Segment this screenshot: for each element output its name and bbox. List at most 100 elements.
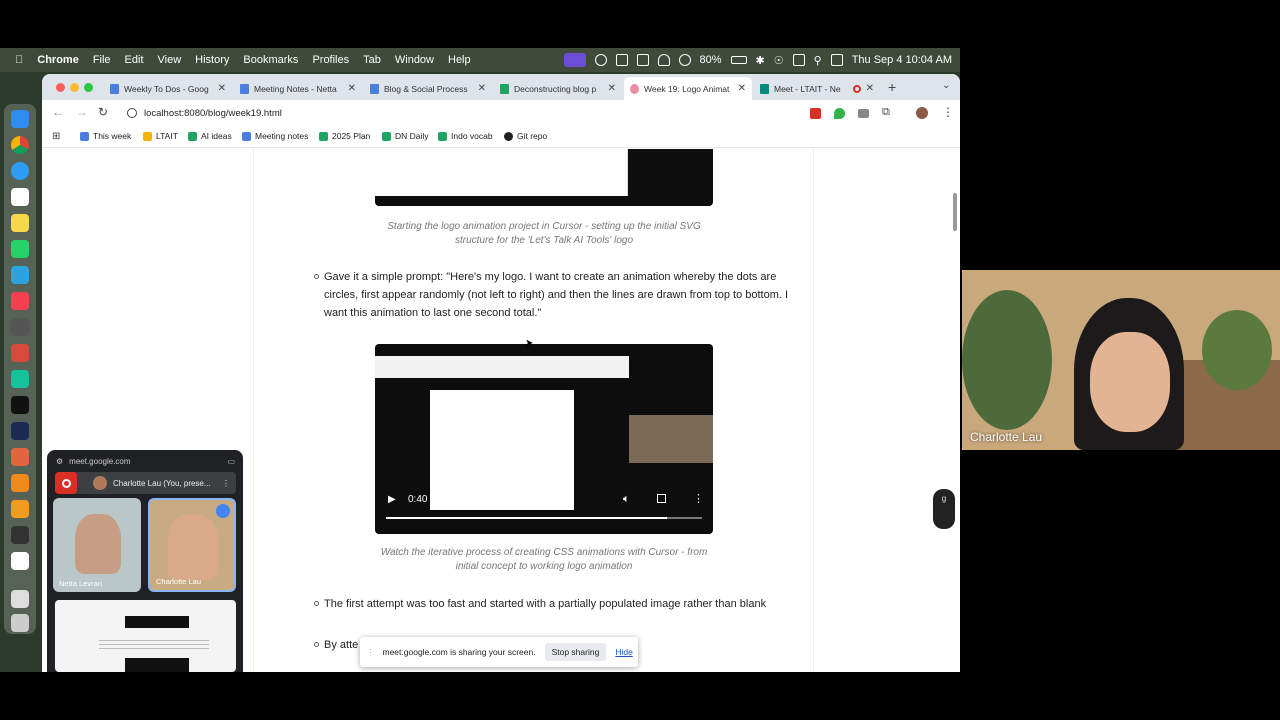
forward-icon[interactable]: → [76, 105, 88, 119]
site-info-icon[interactable] [127, 108, 137, 118]
extension-icon-2[interactable] [834, 108, 845, 119]
stop-sharing-button[interactable]: Stop sharing [544, 643, 607, 661]
menu-profiles[interactable]: Profiles [305, 54, 356, 66]
app-icon-dark[interactable] [11, 526, 29, 544]
video-player-2[interactable]: ▶ 0:40 / 0:45 🔈︎ ⋮ [375, 344, 713, 534]
news-icon[interactable] [11, 292, 29, 310]
reload-icon[interactable]: ↻ [98, 105, 108, 119]
menu-history[interactable]: History [188, 54, 236, 66]
close-tab-icon[interactable]: ✕ [866, 83, 874, 94]
close-tab-icon[interactable]: ✕ [608, 83, 616, 94]
extensions-puzzle-icon[interactable]: ⧉ [882, 106, 890, 119]
more-menu-icon[interactable]: ⋮ [942, 105, 954, 119]
pip-back-to-tab-icon[interactable]: ▭ [227, 457, 235, 466]
control-center-icon[interactable] [830, 54, 843, 66]
extension-icon-3[interactable] [858, 109, 869, 118]
play-icon[interactable]: ▶ [388, 494, 396, 505]
tab-weekly-todos[interactable]: Weekly To Dos - Goog ✕ [104, 77, 232, 100]
clock[interactable]: Thu Sep 4 10:04 AM [852, 54, 952, 66]
bluetooth-icon[interactable]: ✱ [756, 54, 765, 67]
menu-help[interactable]: Help [441, 54, 478, 66]
side-extension-badge[interactable]: g [933, 489, 955, 529]
address-bar[interactable]: localhost:8080/blog/week19.html [120, 104, 800, 123]
menu-view[interactable]: View [151, 54, 189, 66]
tab-meeting-notes[interactable]: Meeting Notes - Netta ✕ [234, 77, 362, 100]
bookmark-ltait[interactable]: LTAIT [143, 131, 178, 141]
vlc-icon[interactable] [11, 474, 29, 492]
bookmark-this-week[interactable]: This week [80, 131, 131, 141]
tab-search-button[interactable]: ⌄ [942, 80, 950, 91]
calendar-icon[interactable] [11, 188, 29, 206]
volume-icon[interactable]: 🔈︎ [623, 493, 630, 506]
bookmark-ai-ideas[interactable]: AI ideas [188, 131, 232, 141]
menu-window[interactable]: Window [388, 54, 441, 66]
chrome-icon[interactable] [11, 136, 29, 154]
drag-handle-icon[interactable]: ⋮ [366, 647, 375, 658]
menu-bookmarks[interactable]: Bookmarks [236, 54, 305, 66]
telegram-icon[interactable] [11, 266, 29, 284]
bookmark-2025-plan[interactable]: 2025 Plan [319, 131, 370, 141]
search-icon[interactable]: ⚲ [814, 54, 822, 67]
video-player-1[interactable] [375, 149, 713, 206]
close-tab-icon[interactable]: ✕ [738, 83, 746, 94]
pip-settings-icon[interactable]: ⚙ [56, 457, 63, 466]
page-scrollbar[interactable] [953, 193, 957, 231]
display-icon[interactable] [792, 54, 805, 66]
participant-tile-1[interactable]: Netta Levran [53, 498, 141, 592]
tab-deconstructing[interactable]: Deconstructing blog p ✕ [494, 77, 622, 100]
avatar[interactable] [916, 107, 928, 119]
menu-edit[interactable]: Edit [118, 54, 151, 66]
app-icon-red[interactable] [11, 344, 29, 362]
video-progress-track[interactable] [386, 517, 702, 519]
grammarly-icon[interactable] [11, 370, 29, 388]
close-window-button[interactable] [56, 83, 65, 92]
tab-meet[interactable]: Meet - LTAIT - Ne ✕ [754, 77, 880, 100]
new-tab-button[interactable]: + [888, 79, 896, 95]
back-icon[interactable]: ← [52, 105, 64, 119]
tab-blog-social[interactable]: Blog & Social Process ✕ [364, 77, 492, 100]
whatsapp-icon[interactable] [11, 240, 29, 258]
tab-week19[interactable]: Week 19: Logo Animat ✕ [624, 77, 752, 100]
menu-app-name[interactable]: Chrome [30, 54, 86, 66]
bookmark-indo-vocab[interactable]: Indo vocab [438, 131, 493, 141]
shared-screen-thumbnail[interactable] [55, 600, 236, 672]
status-icon-c[interactable] [636, 54, 649, 66]
extension-icon-1[interactable] [810, 108, 821, 119]
close-tab-icon[interactable]: ✕ [218, 83, 226, 94]
drive-icon[interactable] [11, 552, 29, 570]
headphones-icon[interactable] [657, 54, 670, 66]
hide-link[interactable]: Hide [615, 647, 632, 657]
battery-percent[interactable]: 80% [700, 54, 722, 66]
apple-icon[interactable]:  [8, 54, 30, 66]
claude-icon[interactable] [11, 448, 29, 466]
audio-app-icon[interactable] [11, 422, 29, 440]
close-tab-icon[interactable]: ✕ [348, 83, 356, 94]
close-tab-icon[interactable]: ✕ [478, 83, 486, 94]
menu-tab[interactable]: Tab [356, 54, 388, 66]
play-status-icon[interactable] [678, 54, 691, 66]
screen-share-status-icon[interactable] [563, 53, 586, 67]
chatgpt-icon[interactable] [11, 318, 29, 336]
bookmark-meeting-notes[interactable]: Meeting notes [242, 131, 308, 141]
bookmark-dn-daily[interactable]: DN Daily [382, 131, 429, 141]
safari-icon[interactable] [11, 162, 29, 180]
wifi-icon[interactable]: ☉ [774, 54, 784, 67]
minimize-window-button[interactable] [70, 83, 79, 92]
cursor-icon[interactable] [11, 396, 29, 414]
sublime-icon[interactable] [11, 500, 29, 518]
status-icon-b[interactable] [615, 54, 628, 66]
participant-tile-2[interactable]: Charlotte Lau [148, 498, 236, 592]
trash-icon[interactable] [11, 614, 29, 632]
finder-icon[interactable] [11, 110, 29, 128]
video-options-icon[interactable]: ⋮ [693, 492, 704, 505]
fullscreen-icon[interactable] [657, 494, 666, 503]
downloads-icon[interactable] [11, 590, 29, 608]
battery-icon[interactable] [730, 56, 747, 64]
pip-more-icon[interactable]: ⋮ [222, 479, 230, 488]
zoom-window-button[interactable] [84, 83, 93, 92]
notes-icon[interactable] [11, 214, 29, 232]
menu-file[interactable]: File [86, 54, 118, 66]
apps-grid-icon[interactable]: ⊞ [52, 131, 60, 142]
bookmark-git-repo[interactable]: Git repo [504, 131, 547, 141]
status-icon-a[interactable] [594, 54, 607, 66]
